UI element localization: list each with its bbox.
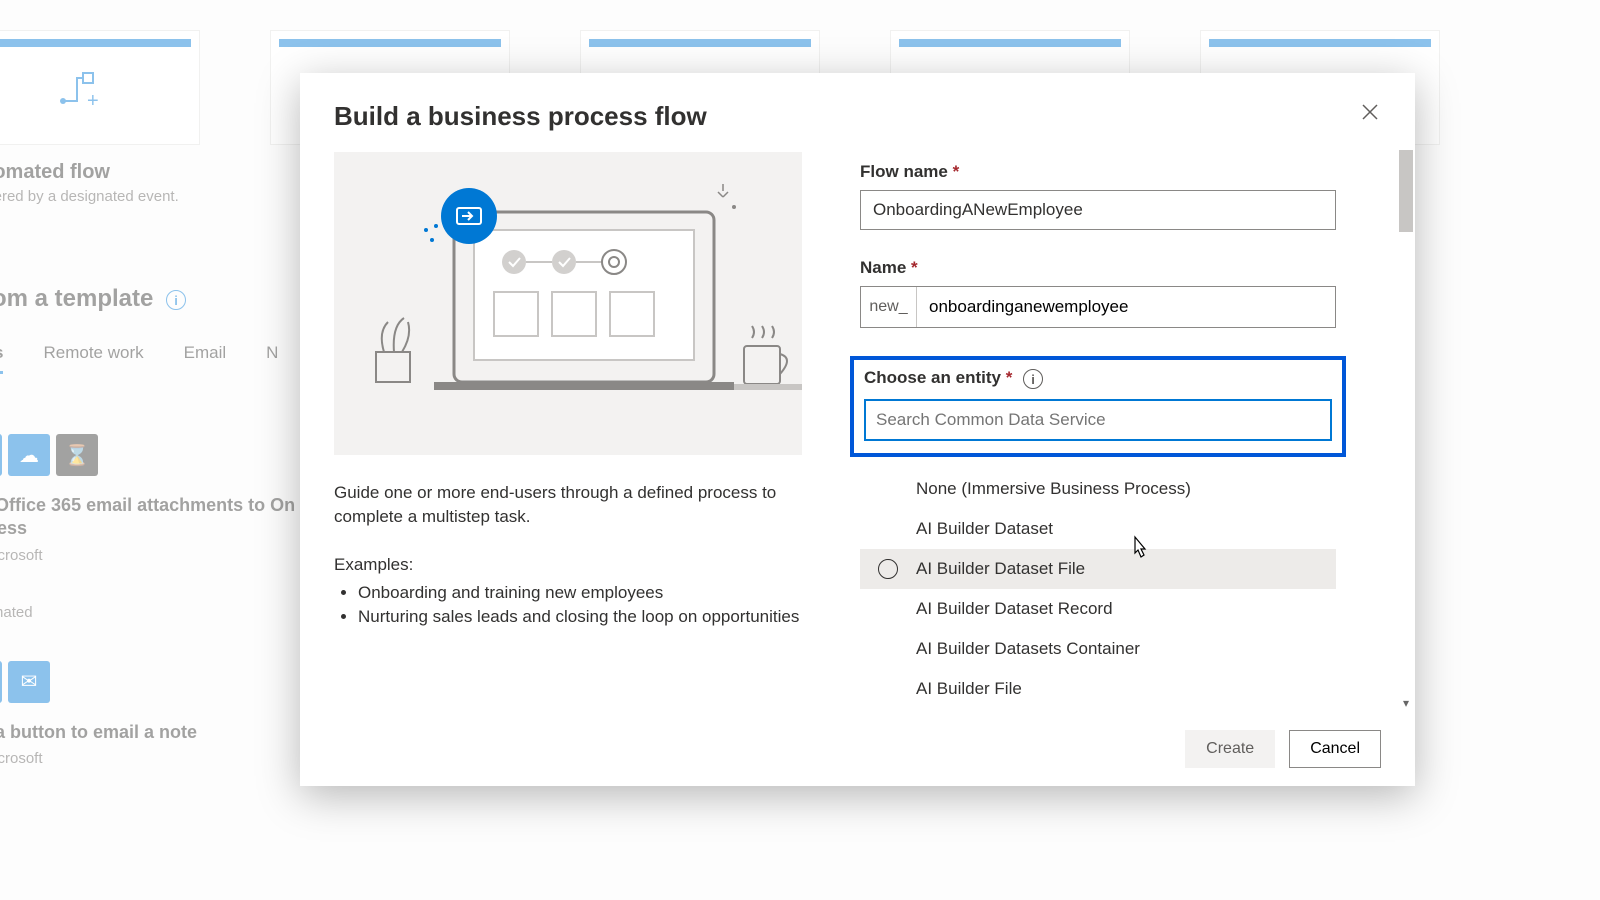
entity-option[interactable]: AI Builder Dataset Record bbox=[860, 589, 1336, 629]
entity-option[interactable]: None (Immersive Business Process) bbox=[860, 469, 1336, 509]
entity-option[interactable]: AI Builder File Attached Data bbox=[860, 709, 1336, 711]
entity-field-highlight: Choose an entity * i bbox=[850, 356, 1346, 457]
create-button[interactable]: Create bbox=[1185, 730, 1275, 768]
flow-name-input[interactable] bbox=[860, 190, 1336, 230]
dialog-right-pane: ▾ Flow name * Name * new_ Choose an ent bbox=[830, 142, 1415, 711]
examples-list: Onboarding and training new employees Nu… bbox=[358, 581, 802, 630]
examples-label: Examples: bbox=[334, 555, 802, 575]
entity-dropdown: None (Immersive Business Process)AI Buil… bbox=[860, 469, 1336, 711]
close-icon bbox=[1361, 103, 1379, 121]
radio-icon bbox=[878, 559, 898, 579]
build-bpf-dialog: Build a business process flow bbox=[300, 73, 1415, 786]
info-icon[interactable]: i bbox=[1023, 369, 1043, 389]
name-input[interactable] bbox=[917, 287, 1335, 327]
example-item: Onboarding and training new employees bbox=[358, 581, 802, 606]
entity-option[interactable]: AI Builder File bbox=[860, 669, 1336, 709]
entity-search-input[interactable] bbox=[864, 399, 1332, 441]
entity-option[interactable]: AI Builder Dataset bbox=[860, 509, 1336, 549]
dialog-title: Build a business process flow bbox=[300, 73, 1415, 142]
scrollbar-thumb[interactable] bbox=[1399, 150, 1413, 232]
dialog-footer: Create Cancel bbox=[300, 711, 1415, 786]
name-label: Name * bbox=[860, 258, 1379, 278]
example-item: Nurturing sales leads and closing the lo… bbox=[358, 605, 802, 630]
entity-option[interactable]: AI Builder Datasets Container bbox=[860, 629, 1336, 669]
name-prefix: new_ bbox=[861, 287, 917, 327]
dialog-description: Guide one or more end-users through a de… bbox=[334, 481, 802, 529]
entity-option[interactable]: AI Builder Dataset File bbox=[860, 549, 1336, 589]
entity-label: Choose an entity * i bbox=[864, 368, 1332, 389]
dialog-left-pane: Guide one or more end-users through a de… bbox=[300, 142, 830, 711]
scroll-down-icon[interactable]: ▾ bbox=[1399, 696, 1413, 711]
close-button[interactable] bbox=[1361, 101, 1379, 127]
cancel-button[interactable]: Cancel bbox=[1289, 730, 1381, 768]
mouse-cursor bbox=[1128, 535, 1148, 561]
flow-name-label: Flow name * bbox=[860, 162, 1379, 182]
illustration bbox=[334, 152, 802, 455]
